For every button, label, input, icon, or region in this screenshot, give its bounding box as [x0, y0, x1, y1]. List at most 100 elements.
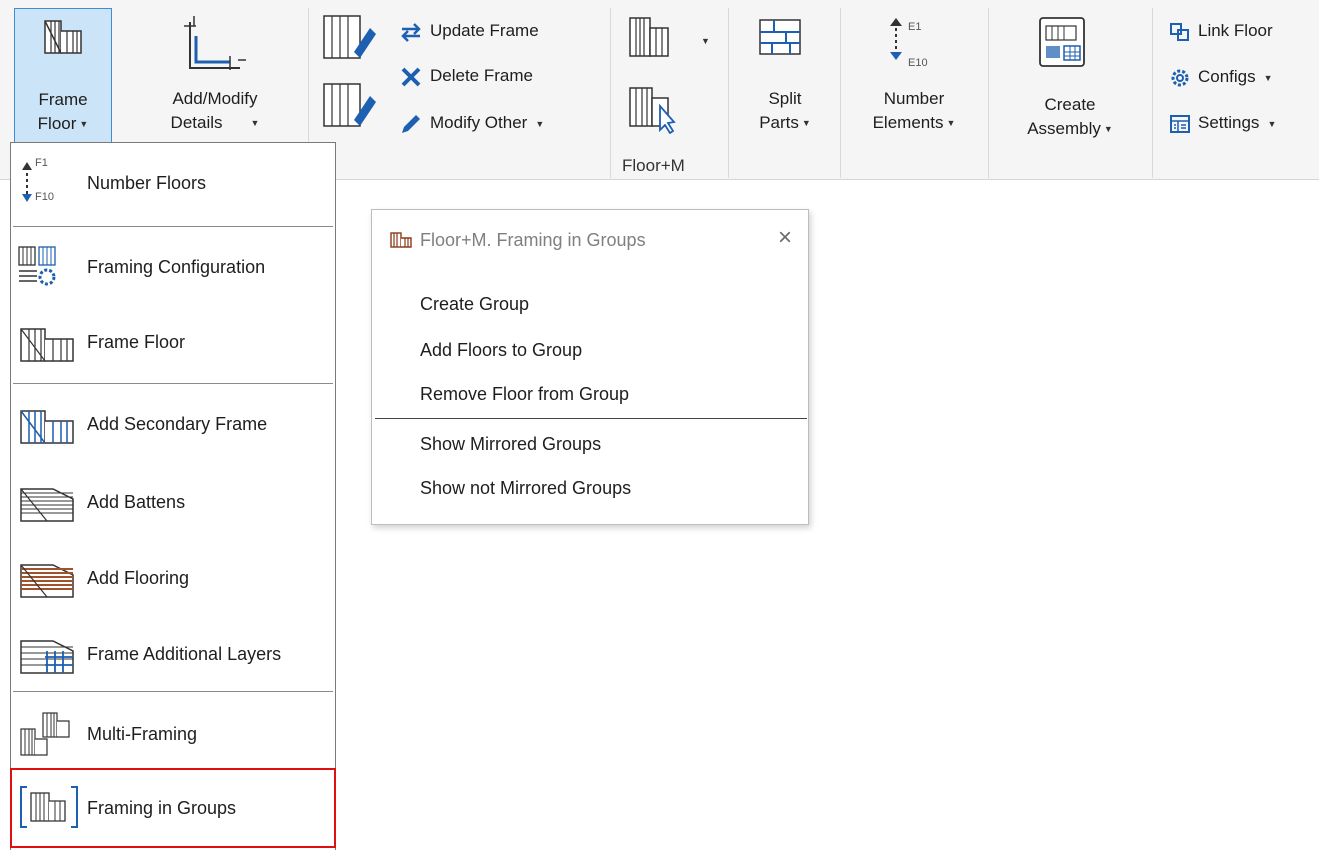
- frame-floor-icon: [20, 328, 74, 362]
- chevron-down-icon[interactable]: ▼: [79, 113, 88, 135]
- create-label-2: Assembly: [1027, 119, 1101, 138]
- menu-item-label: Add Secondary Frame: [87, 414, 268, 434]
- split-parts-icon: [759, 19, 801, 55]
- split-parts-button[interactable]: Split Parts ▼: [740, 8, 830, 148]
- battens-icon: [20, 488, 74, 522]
- secondary-frame-icon: [20, 410, 74, 444]
- menu-item-label: Frame Floor: [87, 332, 186, 352]
- refresh-arrows-icon: [401, 22, 421, 42]
- link-floor-label: Link Floor: [1198, 21, 1273, 40]
- menu-item-framing-in-groups[interactable]: Framing in Groups: [10, 768, 336, 848]
- gear-icon: [1171, 69, 1189, 87]
- modify-other-label: Modify Other: [430, 113, 528, 132]
- settings-label: Settings: [1198, 113, 1260, 132]
- popup-item-show-mirrored-groups[interactable]: Show Mirrored Groups: [420, 434, 601, 455]
- menu-item-label: Framing Configuration: [87, 257, 266, 277]
- frame-floor-dropdown: F1 F10 Number Floors Framing Configurati…: [10, 142, 336, 850]
- delete-frame-button[interactable]: Delete Frame: [398, 65, 533, 88]
- ribbon-separator: [988, 8, 989, 178]
- flooring-icon: [20, 564, 74, 598]
- chevron-down-icon[interactable]: ▼: [701, 36, 710, 46]
- number-badge-top: E1: [908, 21, 922, 33]
- chevron-down-icon[interactable]: ▼: [535, 113, 544, 135]
- pencil-icon: [402, 114, 420, 133]
- update-frame-button[interactable]: Update Frame: [398, 20, 539, 43]
- create-assembly-icon: [1039, 17, 1085, 67]
- split-label-1: Split: [768, 89, 802, 108]
- number-label-2: Elements: [872, 113, 944, 132]
- popup-item-remove-floor-from-group[interactable]: Remove Floor from Group: [420, 384, 629, 405]
- panel-label: Floor+M: [622, 156, 685, 175]
- popup-title: Floor+M. Framing in Groups: [420, 230, 646, 250]
- ribbon-separator: [1152, 8, 1153, 178]
- chevron-down-icon[interactable]: ▼: [946, 112, 955, 134]
- link-floor-button[interactable]: Link Floor: [1168, 20, 1273, 43]
- ribbon-separator: [610, 8, 611, 178]
- menu-item-add-battens[interactable]: Add Battens: [11, 475, 335, 531]
- menu-item-label: Add Flooring: [87, 568, 190, 588]
- menu-item-multi-framing[interactable]: Multi-Framing: [11, 707, 335, 763]
- menu-item-label: Number Floors: [87, 173, 207, 193]
- menu-item-label: Add Battens: [87, 492, 186, 512]
- chevron-down-icon[interactable]: ▼: [802, 112, 811, 134]
- framing-in-groups-popup: Floor+M. Framing in Groups × Create Grou…: [371, 209, 809, 525]
- delete-x-icon: [401, 67, 421, 86]
- create-assembly-button[interactable]: Create Assembly ▼: [1000, 8, 1140, 148]
- menu-divider: [13, 383, 333, 384]
- chevron-down-icon[interactable]: ▼: [251, 112, 260, 134]
- modify-other-button[interactable]: Modify Other ▼: [398, 112, 544, 135]
- frame-select-icon[interactable]: [626, 84, 678, 134]
- update-frame-label: Update Frame: [430, 21, 539, 40]
- add-modify-label-1: Add/Modify: [172, 89, 258, 108]
- menu-item-frame-additional-layers[interactable]: Frame Additional Layers: [11, 627, 335, 683]
- split-label-2: Parts: [759, 113, 799, 132]
- frame-group-icon[interactable]: [626, 14, 678, 60]
- link-icon: [1170, 22, 1189, 41]
- configs-label: Configs: [1198, 67, 1256, 86]
- add-modify-details-icon: [184, 16, 246, 70]
- close-icon[interactable]: ×: [778, 224, 792, 252]
- menu-item-label: Framing in Groups: [87, 798, 237, 818]
- number-label-1: Number: [883, 89, 945, 108]
- additional-layers-icon: [20, 640, 74, 674]
- popup-item-show-not-mirrored-groups[interactable]: Show not Mirrored Groups: [420, 478, 631, 499]
- frame-group-small-icon: [390, 232, 412, 248]
- frame-floor-button[interactable]: Frame Floor ▼: [14, 8, 112, 148]
- ribbon-separator: [840, 8, 841, 178]
- number-floors-badge-top: F1: [35, 157, 48, 169]
- menu-item-add-flooring[interactable]: Add Flooring: [11, 551, 335, 607]
- menu-item-number-floors[interactable]: F1 F10 Number Floors: [11, 157, 335, 213]
- ribbon-separator: [728, 8, 729, 178]
- chevron-down-icon[interactable]: ▼: [1104, 118, 1113, 140]
- number-badge-bottom: E10: [908, 57, 928, 69]
- framing-in-groups-icon: [20, 786, 78, 828]
- frame-floor-label-2: Floor: [37, 114, 77, 133]
- frame-floor-icon: [44, 20, 82, 54]
- add-modify-label-2: Details: [170, 113, 223, 132]
- chevron-down-icon[interactable]: ▼: [1264, 67, 1273, 89]
- popup-item-create-group[interactable]: Create Group: [420, 294, 529, 315]
- modify-frame-large-icon[interactable]: [320, 80, 380, 132]
- menu-item-framing-configuration[interactable]: Framing Configuration: [11, 241, 335, 297]
- settings-button[interactable]: Settings ▼: [1168, 112, 1276, 135]
- menu-item-add-secondary-frame[interactable]: Add Secondary Frame: [11, 397, 335, 453]
- popup-item-add-floors-to-group[interactable]: Add Floors to Group: [420, 340, 582, 361]
- add-modify-details-button[interactable]: Add/Modify Details ▼: [130, 8, 300, 148]
- configs-button[interactable]: Configs ▼: [1168, 66, 1273, 89]
- menu-item-label: Frame Additional Layers: [87, 644, 282, 664]
- settings-table-icon: [1170, 114, 1190, 133]
- multi-framing-icon: [20, 712, 70, 756]
- framing-configuration-icon: [18, 246, 56, 286]
- update-frame-large-icon[interactable]: [320, 12, 380, 64]
- popup-divider: [375, 418, 807, 419]
- menu-divider: [13, 226, 333, 227]
- create-label-1: Create: [1044, 95, 1096, 114]
- menu-item-label: Multi-Framing: [87, 724, 198, 744]
- number-elements-button[interactable]: E1 E10 Number Elements ▼: [852, 8, 976, 148]
- menu-divider: [13, 691, 333, 692]
- menu-item-frame-floor[interactable]: Frame Floor: [11, 315, 335, 371]
- delete-frame-label: Delete Frame: [430, 66, 533, 85]
- chevron-down-icon[interactable]: ▼: [1267, 113, 1276, 135]
- number-floors-badge-bottom: F10: [35, 191, 54, 203]
- frame-floor-label-1: Frame: [38, 90, 88, 109]
